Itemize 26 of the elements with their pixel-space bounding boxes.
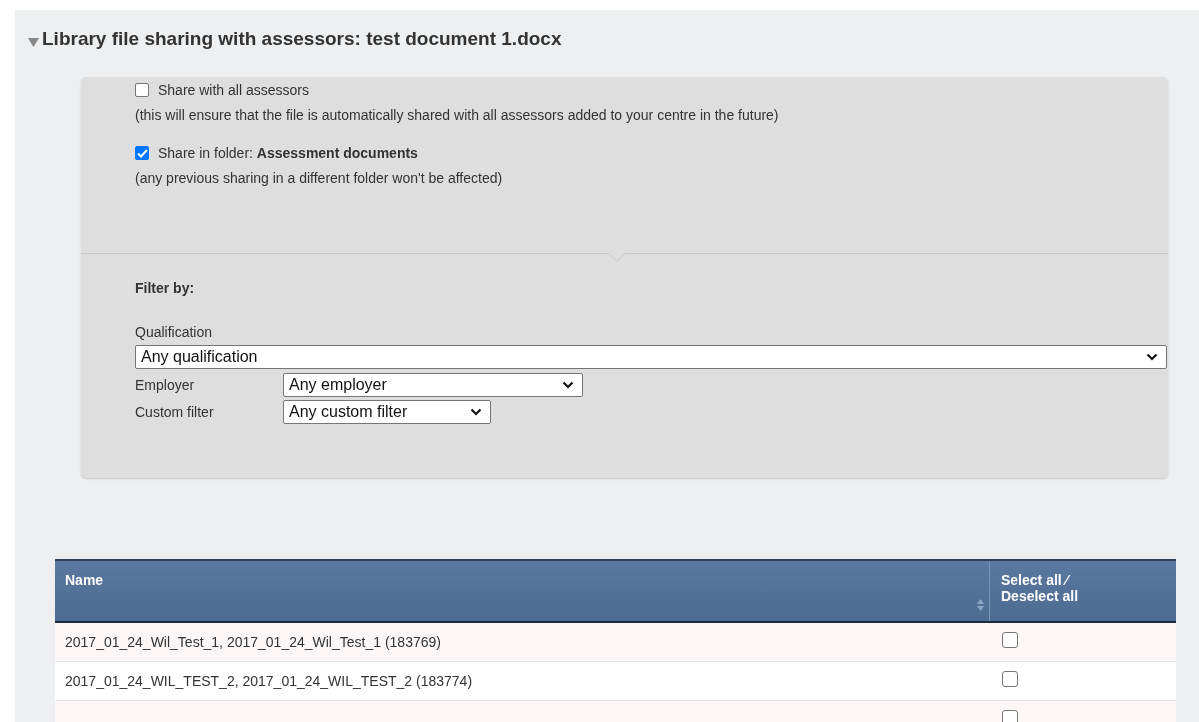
checkbox-label: Share in folder: Assessment documents xyxy=(158,145,418,161)
row-checkbox[interactable] xyxy=(1002,710,1018,722)
filter-dropdown[interactable]: Any custom filter xyxy=(283,400,491,424)
option-note: (this will ensure that the file is automatically shared with all assessors added to your centre in the future) xyxy=(135,107,780,123)
filter-heading: Filter by: xyxy=(135,280,196,296)
chevron-icon xyxy=(562,381,574,389)
section-title: Library file sharing with assessors: test document 1.docx xyxy=(42,28,562,50)
filter-dropdown[interactable]: Any employer xyxy=(283,373,583,397)
table-cell: 2017_01_24_WIL_TEST_2, 2017_01_24_WIL_TEST_2 (183774) xyxy=(65,673,473,689)
row-checkbox[interactable] xyxy=(1002,671,1018,687)
row-checkbox[interactable] xyxy=(1002,632,1018,648)
field-label: Employer xyxy=(135,377,196,393)
column-header[interactable]: Name xyxy=(55,561,990,621)
option-note: (any previous sharing in a different folder won't be affected) xyxy=(135,170,504,186)
select-all-header[interactable]: Select all ⁄ Deselect all xyxy=(990,561,1176,621)
field-label: Qualification xyxy=(135,324,214,340)
sort-icon xyxy=(977,599,984,611)
chevron-icon xyxy=(470,408,482,416)
chevron-icon xyxy=(1146,353,1158,361)
collapse-triangle-icon[interactable] xyxy=(28,37,39,47)
checkbox[interactable] xyxy=(135,83,149,97)
checkbox[interactable] xyxy=(135,146,149,160)
field-label: Custom filter xyxy=(135,404,215,420)
table-cell: 2017_01_24_Wil_Test_1, 2017_01_24_Wil_Test_1 (183769) xyxy=(65,634,441,650)
checkbox-label: Share with all assessors xyxy=(158,82,309,98)
qualification-dropdown[interactable]: Any qualification xyxy=(135,345,1167,369)
